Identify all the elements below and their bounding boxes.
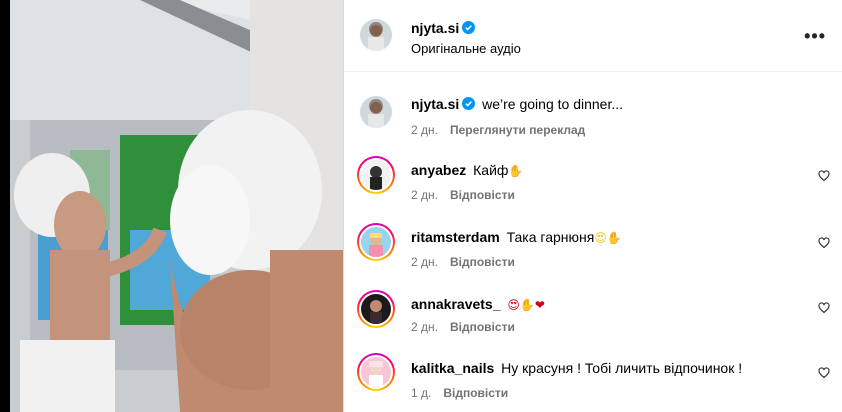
comment-text: Ну красуня ! Тобі личить відпочинок !: [501, 360, 743, 376]
comment-avatar[interactable]: [357, 223, 395, 261]
like-heart-icon[interactable]: [818, 237, 830, 249]
comment-emoji: 😍✋: [594, 231, 622, 245]
reply-button[interactable]: Відповісти: [450, 320, 515, 334]
comment-avatar[interactable]: [357, 156, 395, 194]
post-header: njyta.si Оригінальне аудіо •••: [344, 0, 842, 72]
comment-username[interactable]: kalitka_nails: [411, 360, 494, 376]
caption-username[interactable]: njyta.si: [411, 96, 459, 112]
comment-username[interactable]: ritamsterdam: [411, 229, 500, 245]
comment-emoji: 😍✋❤: [507, 298, 545, 312]
comment-item: ritamsterdam Така гарнюня😍✋ 2 дн. Відпові…: [344, 220, 842, 280]
author-avatar[interactable]: [360, 19, 392, 51]
caption-text: we’re going to dinner...: [482, 96, 624, 112]
like-heart-icon[interactable]: [818, 170, 830, 182]
post-image[interactable]: [10, 0, 343, 412]
caption-age: 2 дн.: [411, 123, 438, 137]
comment-item: anyabez Кайф✋ 2 дн. Відповісти: [344, 153, 842, 213]
verified-badge-icon: [462, 21, 476, 34]
comment-text: Кайф: [473, 162, 509, 178]
reply-button[interactable]: Відповісти: [443, 386, 508, 400]
comment-text: Така гарнюня: [506, 229, 595, 245]
more-options-icon[interactable]: •••: [804, 26, 826, 47]
comment-avatar[interactable]: [357, 353, 395, 391]
reply-button[interactable]: Відповісти: [450, 255, 515, 269]
left-edge: [0, 0, 10, 412]
caption-row: njyta.si we’re going to dinner... 2 дн. П…: [344, 88, 842, 148]
comment-avatar[interactable]: [357, 290, 395, 328]
comment-age: 2 дн.: [411, 188, 438, 202]
like-heart-icon[interactable]: [818, 302, 830, 314]
reply-button[interactable]: Відповісти: [450, 188, 515, 202]
comment-age: 1 д.: [411, 386, 432, 400]
comment-age: 2 дн.: [411, 255, 438, 269]
author-username[interactable]: njyta.si: [411, 20, 459, 36]
verified-badge-icon: [462, 97, 476, 110]
comment-username[interactable]: anyabez: [411, 162, 466, 178]
see-translation-link[interactable]: Переглянути переклад: [450, 123, 585, 137]
post-panel: njyta.si Оригінальне аудіо ••• njyta.si …: [344, 0, 842, 412]
audio-link[interactable]: Оригінальне аудіо: [411, 41, 521, 56]
like-heart-icon[interactable]: [818, 367, 830, 379]
comment-username[interactable]: annakravets_: [411, 296, 501, 312]
comment-age: 2 дн.: [411, 320, 438, 334]
comment-item: annakravets_ 😍✋❤ 2 дн. Відповісти: [344, 287, 842, 347]
comment-emoji: ✋: [508, 164, 524, 178]
comment-item: kalitka_nails Ну красуня ! Тобі личить в…: [344, 352, 842, 412]
caption-avatar[interactable]: [360, 96, 392, 128]
